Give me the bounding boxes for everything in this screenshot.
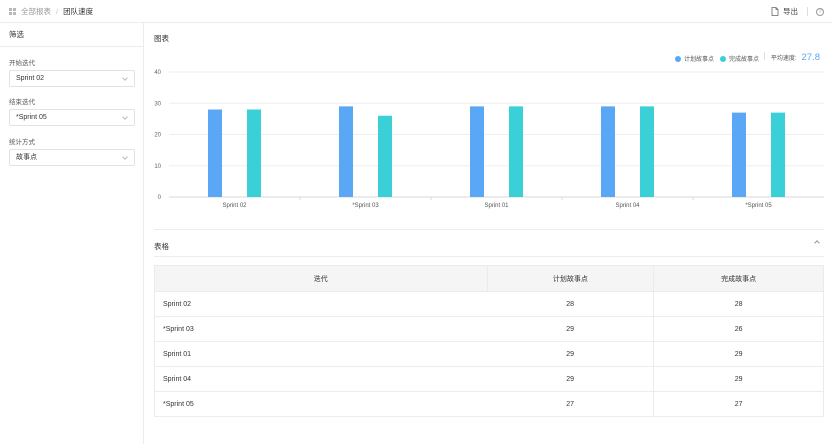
- table-row: *Sprint 05 27 27: [154, 391, 824, 417]
- stat-method-label: 统计方式: [9, 139, 35, 146]
- cell-sprint: *Sprint 03: [154, 316, 487, 342]
- start-sprint-filter: 开始迭代 Sprint 02: [9, 57, 135, 87]
- top-bar: 全部报表 / 团队速度 导出 ?: [0, 0, 832, 23]
- breadcrumb: 全部报表 / 团队速度: [9, 6, 93, 17]
- end-sprint-label: 结束迭代: [9, 99, 35, 106]
- start-sprint-label: 开始迭代: [9, 60, 35, 67]
- legend-label-completed: 完成故事点: [729, 57, 760, 63]
- start-sprint-value: Sprint 02: [16, 75, 45, 82]
- x-tick-label: *Sprint 05: [745, 203, 772, 209]
- x-tick-label: Sprint 04: [615, 203, 640, 209]
- filter-title: 筛选: [0, 23, 143, 47]
- chevron-down-icon: [122, 75, 128, 81]
- chart-section-title: 图表: [154, 34, 169, 43]
- breadcrumb-current: 团队速度: [63, 6, 94, 16]
- table-row: Sprint 02 28 28: [154, 291, 824, 317]
- cell-completed: 29: [653, 341, 824, 367]
- cell-sprint: *Sprint 05: [154, 391, 487, 417]
- table-header-row: 迭代 计划故事点 完成故事点: [154, 265, 824, 292]
- stat-method-filter: 统计方式 故事点: [9, 136, 135, 166]
- column-header-sprint[interactable]: 迭代: [154, 265, 488, 292]
- table-row: Sprint 01 29 29: [154, 341, 824, 367]
- y-tick-label: 30: [154, 101, 161, 107]
- table-section-title: 表格: [154, 242, 169, 251]
- velocity-table: 迭代 计划故事点 完成故事点 Sprint 02 28 28 *Sprint 03 29…: [154, 265, 824, 417]
- bar-planned[interactable]: [732, 112, 746, 197]
- average-velocity-value: 27.8: [801, 52, 821, 63]
- legend-item-planned[interactable]: 计划故事点: [675, 54, 714, 63]
- y-tick-label: 40: [154, 70, 161, 76]
- bar-completed[interactable]: [247, 109, 261, 198]
- toolbar-divider: [807, 7, 808, 16]
- cell-sprint: Sprint 02: [154, 291, 487, 317]
- chevron-down-icon: [122, 114, 128, 120]
- cell-sprint: Sprint 04: [154, 366, 487, 392]
- x-tick-label: Sprint 01: [484, 203, 509, 209]
- bar-completed[interactable]: [509, 106, 523, 197]
- breadcrumb-all-reports[interactable]: 全部报表: [21, 6, 51, 17]
- export-label: 导出: [783, 7, 798, 16]
- cell-completed: 26: [653, 316, 824, 342]
- chevron-down-icon: [122, 154, 128, 160]
- legend-dot-planned: [675, 55, 681, 62]
- cell-planned: 29: [487, 366, 655, 392]
- legend-item-completed[interactable]: 完成故事点: [720, 54, 759, 63]
- y-tick-label: 10: [154, 164, 161, 170]
- cell-planned: 28: [487, 291, 655, 317]
- cell-completed: 28: [653, 291, 824, 317]
- end-sprint-value: *Sprint 05: [16, 114, 47, 121]
- average-velocity-label: 平均速度:: [770, 56, 797, 62]
- export-button[interactable]: 导出: [771, 6, 798, 17]
- section-divider: [154, 229, 824, 230]
- table-row: *Sprint 03 29 26: [154, 316, 824, 342]
- end-sprint-filter: 结束迭代 *Sprint 05: [9, 96, 135, 126]
- main-content: 图表 计划故事点 完成故事点 平均速度: 27.8 0 10 20 30 40 Sprin…: [145, 23, 832, 444]
- stat-method-select[interactable]: 故事点: [9, 149, 135, 166]
- column-header-planned[interactable]: 计划故事点: [486, 265, 655, 292]
- x-tick-label: *Sprint 03: [352, 203, 379, 209]
- y-tick-label: 20: [154, 133, 161, 139]
- cell-planned: 29: [487, 316, 655, 342]
- start-sprint-select[interactable]: Sprint 02: [9, 70, 135, 87]
- help-icon[interactable]: ?: [816, 7, 824, 16]
- bar-completed[interactable]: [640, 106, 654, 197]
- velocity-bar-chart: 0 10 20 30 40 Sprint 02 *Sprint 03 Sprint 01 Spr…: [154, 70, 824, 209]
- bar-planned[interactable]: [339, 106, 353, 197]
- x-tick-label: Sprint 02: [222, 203, 247, 209]
- end-sprint-select[interactable]: *Sprint 05: [9, 109, 135, 126]
- bar-completed[interactable]: [378, 115, 392, 197]
- bar-completed[interactable]: [771, 112, 785, 197]
- column-header-completed[interactable]: 完成故事点: [653, 265, 824, 292]
- cell-completed: 27: [653, 391, 824, 417]
- filter-sidebar: 筛选 开始迭代 Sprint 02 结束迭代 *Sprint 05 统计方式 故…: [0, 23, 144, 444]
- report-grid-icon[interactable]: [9, 7, 16, 15]
- average-velocity: 平均速度: 27.8: [763, 52, 821, 63]
- table-title-divider: [154, 256, 824, 257]
- breadcrumb-separator: /: [56, 6, 59, 16]
- bar-planned[interactable]: [208, 109, 222, 198]
- cell-completed: 29: [653, 366, 824, 392]
- bar-planned[interactable]: [470, 106, 484, 197]
- y-tick-label: 0: [158, 195, 162, 201]
- stat-method-value: 故事点: [16, 154, 37, 161]
- table-row: Sprint 04 29 29: [154, 366, 824, 392]
- cell-planned: 29: [487, 341, 655, 367]
- export-icon: [771, 7, 779, 16]
- legend-label-planned: 计划故事点: [684, 57, 715, 63]
- legend-dot-completed: [720, 55, 726, 62]
- bar-planned[interactable]: [601, 106, 615, 197]
- cell-planned: 27: [487, 391, 655, 417]
- cell-sprint: Sprint 01: [154, 341, 487, 367]
